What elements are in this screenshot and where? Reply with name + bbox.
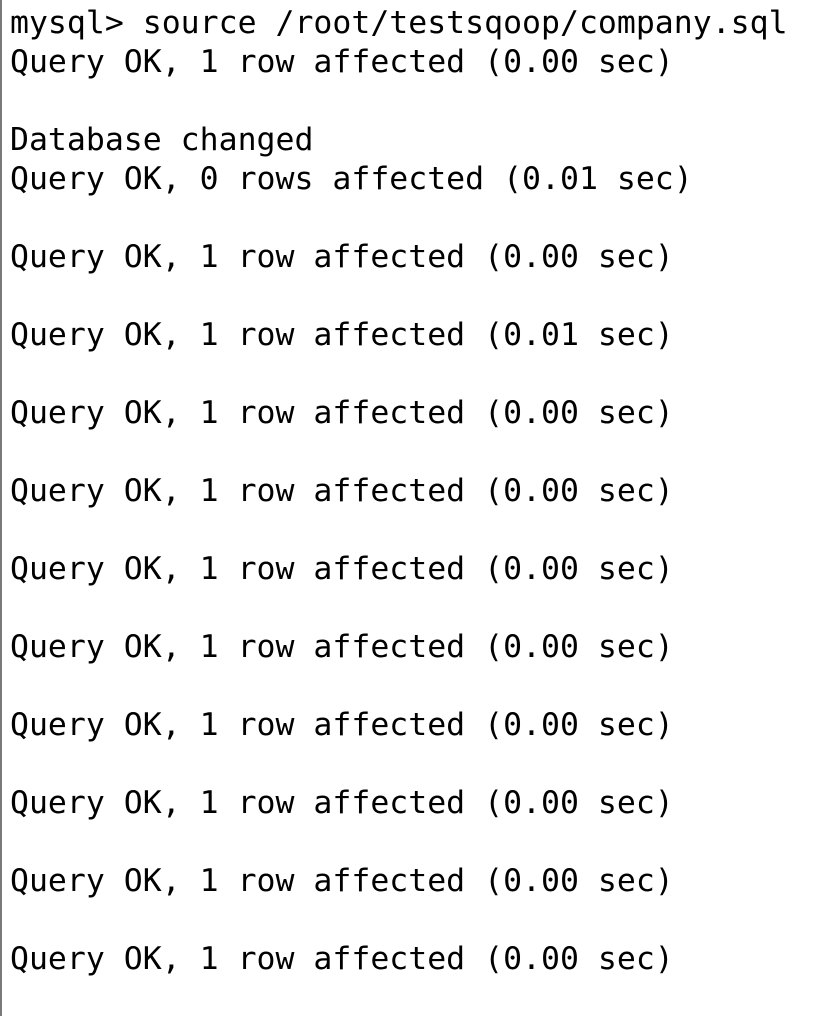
output-line: Query OK, 1 row affected (0.00 sec): [10, 785, 674, 821]
terminal-output: mysql> source /root/testsqoop/company.sq…: [10, 4, 788, 979]
output-line: Query OK, 1 row affected (0.00 sec): [10, 629, 674, 665]
terminal-window[interactable]: mysql> source /root/testsqoop/company.sq…: [0, 0, 832, 1016]
output-line: Query OK, 1 row affected (0.00 sec): [10, 239, 674, 275]
output-line: Query OK, 1 row affected (0.00 sec): [10, 941, 674, 977]
command-line: mysql> source /root/testsqoop/company.sq…: [10, 5, 788, 41]
output-line: Query OK, 1 row affected (0.00 sec): [10, 707, 674, 743]
output-line: Query OK, 0 rows affected (0.01 sec): [10, 161, 693, 197]
output-line: Query OK, 1 row affected (0.00 sec): [10, 44, 674, 80]
output-line: Query OK, 1 row affected (0.00 sec): [10, 473, 674, 509]
output-line: Database changed: [10, 122, 314, 158]
output-line: Query OK, 1 row affected (0.00 sec): [10, 863, 674, 899]
output-line: Query OK, 1 row affected (0.00 sec): [10, 395, 674, 431]
output-line: Query OK, 1 row affected (0.00 sec): [10, 551, 674, 587]
output-line: Query OK, 1 row affected (0.01 sec): [10, 317, 674, 353]
